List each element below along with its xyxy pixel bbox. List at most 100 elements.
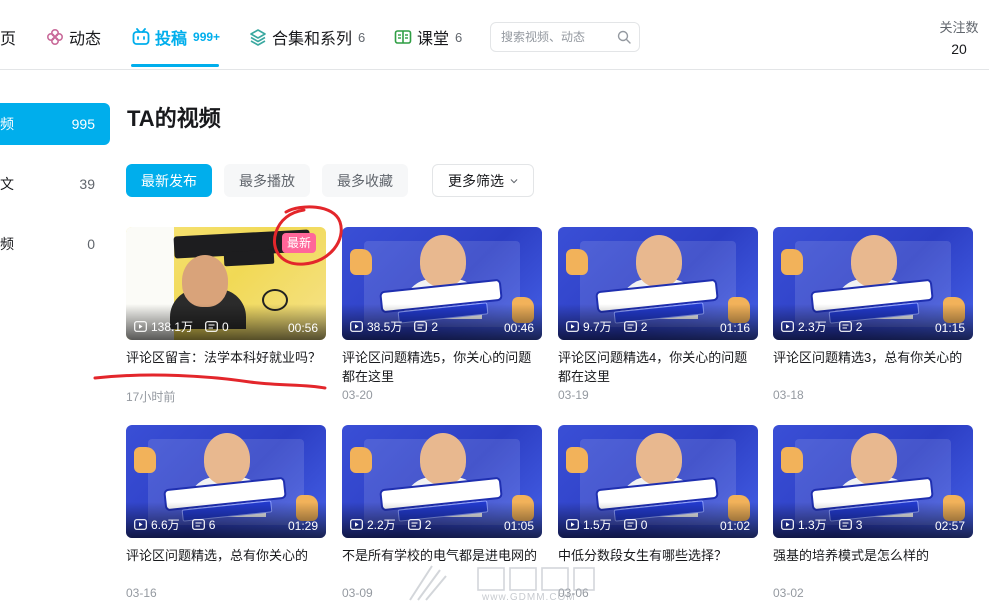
cover-person-head	[636, 433, 682, 485]
video-card[interactable]: 38.5万 2 00:46 评论区问题精选5，你关心的问题都在这里 03-20	[342, 227, 542, 402]
danmaku-count-icon	[191, 519, 205, 530]
video-duration: 02:57	[934, 519, 965, 533]
sidebar-item-videos[interactable]: 频 995	[0, 103, 110, 145]
video-stats: 1.3万 3	[781, 516, 862, 533]
video-card[interactable]: 2.3万 2 01:15 评论区问题精选3，总有你关心的 03-18	[773, 227, 973, 402]
video-title[interactable]: 评论区问题精选5，你关心的问题都在这里	[342, 348, 542, 386]
tab-dynamic-label: 动态	[69, 31, 102, 48]
view-count: 2.3万	[798, 320, 827, 334]
danmaku-count-icon	[838, 321, 852, 332]
video-stats: 38.5万 2	[350, 318, 438, 335]
video-duration: 01:16	[719, 321, 750, 335]
play-count-icon	[566, 321, 579, 332]
video-title[interactable]: 强基的培养模式是怎么样的	[773, 546, 973, 584]
sidebar-item-articles[interactable]: 文 39	[0, 163, 110, 205]
active-tab-underline	[131, 64, 219, 67]
sidebar-item-count: 995	[71, 116, 95, 132]
view-count: 138.1万	[151, 320, 194, 334]
video-duration: 01:05	[503, 519, 534, 533]
danmaku-count-icon	[838, 519, 852, 530]
tab-dynamic[interactable]: 动态	[46, 24, 101, 50]
thumbs-up-icon	[781, 447, 803, 473]
danmaku-count: 2	[424, 517, 432, 532]
video-date: 17小时前	[126, 390, 176, 404]
cover-person-head	[182, 255, 228, 307]
video-thumbnail[interactable]: 2.2万 2 01:05	[342, 425, 542, 538]
video-thumbnail[interactable]: 1.3万 3 02:57	[773, 425, 973, 538]
video-duration: 01:15	[934, 321, 965, 335]
video-date: 03-16	[126, 586, 157, 600]
video-card[interactable]: 1.3万 3 02:57 强基的培养模式是怎么样的 03-02	[773, 425, 973, 600]
video-title[interactable]: 评论区留言：法学本科好就业吗？	[126, 348, 326, 386]
video-thumbnail[interactable]: 6.6万 6 01:29	[126, 425, 326, 538]
video-thumbnail[interactable]: 2.3万 2 01:15	[773, 227, 973, 340]
danmaku-count-icon	[205, 321, 218, 332]
video-stats: 6.6万 6	[134, 516, 215, 533]
new-badge: 最新	[281, 233, 316, 253]
tab-classroom[interactable]: 课堂 6	[394, 24, 462, 50]
danmaku-count: 2	[855, 319, 863, 334]
search-icon[interactable]	[617, 30, 631, 44]
play-count-icon	[134, 321, 147, 332]
video-date: 03-02	[773, 586, 804, 600]
sidebar-item-audio[interactable]: 频 0	[0, 223, 110, 265]
tab-home[interactable]: 页	[0, 24, 16, 50]
follow-number: 20	[951, 41, 967, 57]
video-date: 03-20	[342, 388, 373, 402]
video-thumbnail[interactable]: 9.7万 2 01:16	[558, 227, 758, 340]
layers-icon	[250, 29, 266, 46]
follow-label: 关注数	[939, 20, 979, 35]
thumbs-up-icon	[350, 447, 372, 473]
follow-count[interactable]: 关注数 20	[930, 17, 988, 57]
filter-most-played-button[interactable]: 最多播放	[224, 164, 310, 197]
video-card[interactable]: 最新 138.1万 0 00:56 评论区留言：法学本科好就业吗？ 17小时前	[126, 227, 326, 405]
thumbs-up-icon	[566, 249, 588, 275]
search-input[interactable]	[491, 23, 611, 51]
video-card[interactable]: 6.6万 6 01:29 评论区问题精选，总有你关心的 03-16	[126, 425, 326, 600]
danmaku-count-icon	[623, 519, 637, 530]
video-stats: 2.3万 2	[781, 318, 862, 335]
play-count-icon	[566, 519, 579, 530]
thumbs-up-icon	[350, 249, 372, 275]
more-filters-dropdown[interactable]: 更多筛选	[432, 164, 534, 197]
top-nav: 页 动态 投稿 999+ 合集和系列 6 课堂 6 搜索视频、动态 关注数 20	[0, 0, 989, 70]
danmaku-count: 3	[855, 517, 863, 532]
video-title[interactable]: 评论区问题精选，总有你关心的	[126, 546, 326, 584]
watermark-text: www.GDMM.COM	[482, 592, 576, 603]
tab-uploads-count: 999+	[193, 30, 221, 44]
play-count-icon	[781, 519, 794, 530]
video-thumbnail[interactable]: 38.5万 2 00:46	[342, 227, 542, 340]
view-count: 2.2万	[367, 518, 396, 532]
filter-most-favorited-button[interactable]: 最多收藏	[322, 164, 408, 197]
tab-classroom-count: 6	[455, 29, 463, 45]
tab-uploads[interactable]: 投稿 999+	[132, 24, 220, 50]
tab-collections[interactable]: 合集和系列 6	[249, 24, 365, 50]
book-icon	[394, 30, 412, 44]
video-card[interactable]: 9.7万 2 01:16 评论区问题精选4，你关心的问题都在这里 03-19	[558, 227, 758, 402]
play-count-icon	[134, 519, 147, 530]
cover-subtitle-banner	[223, 249, 275, 267]
view-count: 1.3万	[798, 518, 827, 532]
pinwheel-icon	[46, 28, 64, 46]
cover-person-head	[851, 235, 897, 287]
video-duration: 00:46	[503, 321, 534, 335]
filter-latest-button[interactable]: 最新发布	[126, 164, 212, 197]
play-count-icon	[350, 321, 363, 332]
video-thumbnail[interactable]: 最新 138.1万 0 00:56	[126, 227, 326, 340]
video-title[interactable]: 评论区问题精选4，你关心的问题都在这里	[558, 348, 758, 386]
danmaku-count-icon	[414, 321, 428, 332]
video-title[interactable]: 评论区问题精选3，总有你关心的	[773, 348, 973, 386]
video-duration: 00:56	[287, 321, 318, 335]
cover-person-head	[851, 433, 897, 485]
sidebar-item-label: 频	[0, 116, 14, 132]
sidebar-item-label: 频	[0, 236, 14, 252]
danmaku-count: 0	[640, 517, 648, 532]
video-stats: 2.2万 2	[350, 516, 431, 533]
sidebar-item-count: 0	[87, 236, 95, 252]
play-count-icon	[781, 321, 794, 332]
cover-person-head	[204, 433, 250, 485]
video-thumbnail[interactable]: 1.5万 0 01:02	[558, 425, 758, 538]
view-count: 9.7万	[583, 320, 612, 334]
thumbs-up-icon	[566, 447, 588, 473]
view-count: 38.5万	[367, 320, 403, 334]
